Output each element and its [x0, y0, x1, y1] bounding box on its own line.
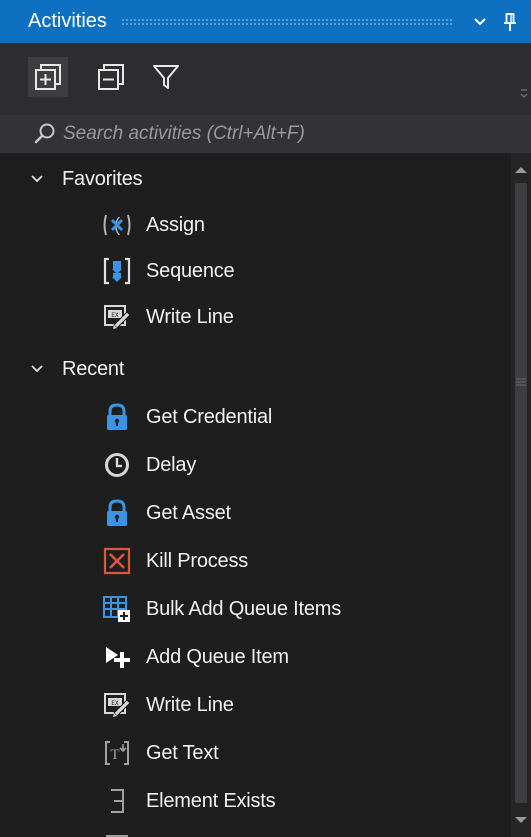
- panel-title-bar[interactable]: Activities: [0, 0, 531, 43]
- activity-item-assign[interactable]: ( Assign: [0, 202, 511, 248]
- filter-icon: [153, 65, 179, 89]
- svg-text:T: T: [110, 747, 119, 763]
- title-bar-grip[interactable]: [120, 17, 453, 26]
- lock-icon: [102, 402, 132, 432]
- activity-label: Add Queue Item: [146, 645, 289, 668]
- kill-process-icon: [102, 546, 132, 576]
- lock-icon: [102, 498, 132, 528]
- panel-title: Activities: [28, 10, 107, 32]
- activity-label: Write Line: [146, 693, 234, 716]
- group-recent[interactable]: Recent: [0, 346, 511, 392]
- pin-icon: [504, 12, 516, 31]
- collapse-all-icon: [98, 64, 124, 90]
- chevron-down-icon: [30, 364, 46, 374]
- activity-label: Bulk Add Queue Items: [146, 597, 342, 620]
- scroll-down-arrow-icon[interactable]: [514, 815, 528, 825]
- write-line-icon: EX: [102, 690, 132, 720]
- chevron-down-icon: [30, 174, 46, 184]
- filter-button[interactable]: [146, 57, 186, 97]
- activity-label: Sequence: [146, 259, 235, 282]
- add-queue-icon: [102, 642, 132, 672]
- activity-item-bulk-add-queue-items[interactable]: Bulk Add Queue Items: [0, 586, 511, 632]
- activity-item-add-queue-item[interactable]: Add Queue Item: [0, 634, 511, 680]
- toolbar-overflow-button[interactable]: [517, 83, 531, 103]
- panel-menu-dropdown-button[interactable]: [465, 7, 495, 37]
- activity-label: Delay: [146, 453, 197, 476]
- group-label: Favorites: [62, 167, 143, 190]
- chevron-down-icon: [474, 17, 486, 25]
- activity-item-get-credential[interactable]: Get Credential: [0, 394, 511, 440]
- search-icon: [33, 122, 57, 146]
- group-label: Recent: [62, 357, 125, 380]
- sequence-icon: [102, 256, 132, 286]
- bulk-add-queue-icon: [102, 594, 132, 624]
- assign-icon: (: [102, 210, 132, 240]
- expand-all-button[interactable]: [28, 57, 68, 97]
- activity-item-kill-process[interactable]: Kill Process: [0, 538, 511, 584]
- collapse-all-button[interactable]: [91, 57, 131, 97]
- search-bar: [0, 115, 531, 153]
- activity-item-write-line-recent[interactable]: EX Write Line: [0, 682, 511, 728]
- svg-text:EX: EX: [111, 700, 119, 707]
- search-input[interactable]: [63, 123, 531, 145]
- activity-label: Get Credential: [146, 405, 273, 428]
- activity-item-get-asset[interactable]: Get Asset: [0, 490, 511, 536]
- activity-item-element-exists[interactable]: Element Exists: [0, 778, 511, 824]
- activity-label: Assign: [146, 213, 205, 236]
- activity-item-partial[interactable]: [0, 826, 511, 837]
- group-favorites[interactable]: Favorites: [0, 156, 511, 202]
- scrollbar-thumb[interactable]: [515, 183, 527, 803]
- activity-item-write-line[interactable]: EX Write Line: [0, 294, 511, 340]
- vertical-scrollbar[interactable]: [511, 153, 531, 837]
- write-line-icon: EX: [102, 302, 132, 332]
- scrollbar-grip-icon: [516, 378, 526, 386]
- activities-tree: Favorites ( Assign: [0, 153, 511, 837]
- activity-item-delay[interactable]: Delay: [0, 442, 511, 488]
- activity-item-get-text[interactable]: T Get Text: [0, 730, 511, 776]
- expand-all-icon: [35, 64, 61, 90]
- scroll-up-arrow-icon[interactable]: [514, 165, 528, 175]
- activity-label: Kill Process: [146, 549, 249, 572]
- svg-text:EX: EX: [111, 312, 119, 319]
- activities-panel: Activities Search activities (Ctrl+Alt+F…: [0, 0, 531, 837]
- get-text-icon: T: [102, 738, 132, 768]
- activity-label: Write Line: [146, 305, 234, 328]
- activity-item-sequence[interactable]: Sequence: [0, 248, 511, 294]
- activity-label: Get Asset: [146, 501, 231, 524]
- overflow-icon: [520, 89, 528, 99]
- pin-panel-button[interactable]: [495, 7, 525, 37]
- activity-label: Get Text: [146, 741, 219, 764]
- element-exists-icon: [102, 786, 132, 816]
- activities-toolbar: [0, 43, 531, 115]
- activity-label: Element Exists: [146, 789, 276, 812]
- clock-icon: [102, 450, 132, 480]
